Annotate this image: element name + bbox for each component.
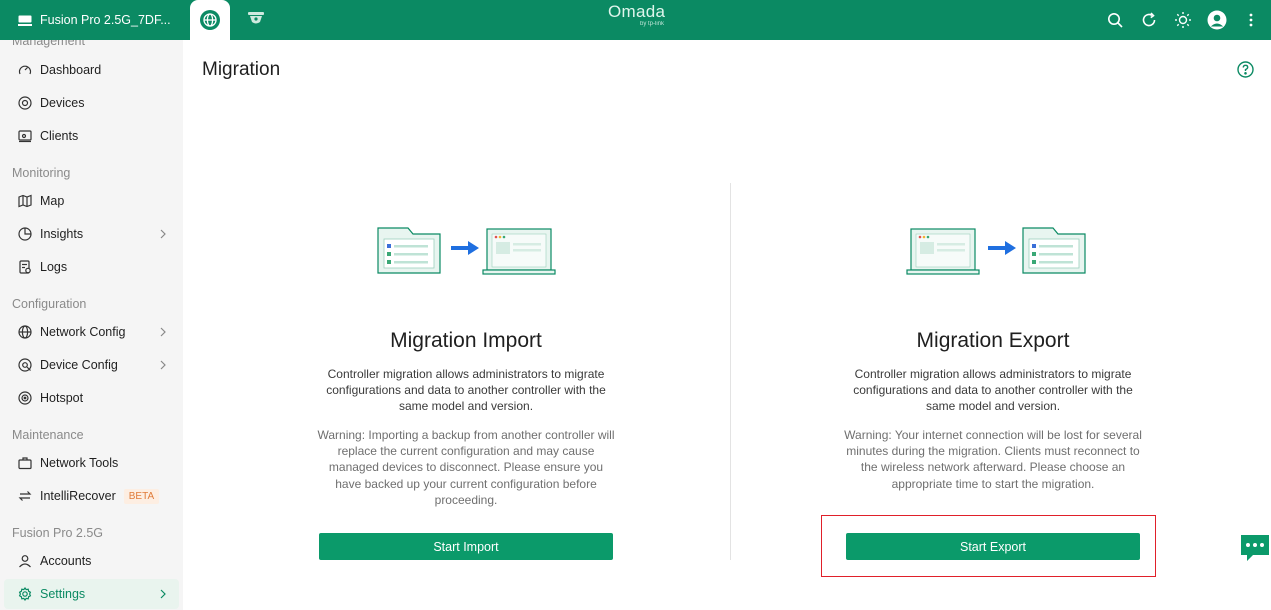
beta-badge: BETA <box>123 488 160 504</box>
toolbox-icon <box>17 455 33 471</box>
export-description: Controller migration allows administrato… <box>853 367 1133 414</box>
chevron-right-icon <box>157 227 169 241</box>
swap-icon <box>17 488 33 504</box>
chevron-right-icon <box>157 587 169 601</box>
export-title: Migration Export <box>916 329 1070 352</box>
start-import-button[interactable]: Start Import <box>319 533 613 560</box>
sidebar-group-management: Management <box>12 40 85 48</box>
card-divider <box>730 183 731 560</box>
export-illustration <box>823 220 1163 280</box>
hotspot-icon <box>17 390 33 406</box>
logs-icon <box>17 259 33 275</box>
import-warning: Warning: Importing a backup from another… <box>317 428 615 507</box>
more-icon[interactable] <box>1241 10 1261 30</box>
top-bar: Fusion Pro 2.5G_7DF... Omada by tp-link <box>0 0 1271 40</box>
sidebar-item-insights[interactable]: Insights <box>4 219 179 249</box>
sidebar: Management Dashboard Devices Clients Mon… <box>0 40 183 610</box>
avatar[interactable] <box>1207 10 1227 30</box>
site-selector[interactable]: Fusion Pro 2.5G_7DF... <box>0 0 190 40</box>
map-icon <box>17 193 33 209</box>
sidebar-item-hotspot[interactable]: Hotspot <box>4 383 179 413</box>
tab-network[interactable] <box>190 0 230 40</box>
start-export-button[interactable]: Start Export <box>846 533 1140 560</box>
sidebar-item-network-config[interactable]: Network Config <box>4 317 179 347</box>
help-icon[interactable] <box>1237 61 1254 78</box>
user-icon <box>17 553 33 569</box>
import-illustration <box>296 220 636 280</box>
device-config-icon <box>17 357 33 373</box>
sidebar-group-device: Fusion Pro 2.5G <box>12 526 104 540</box>
export-warning: Warning: Your internet connection will b… <box>844 428 1142 491</box>
sidebar-group-maintenance: Maintenance <box>12 428 84 442</box>
omada-logo: Omada by tp-link <box>608 2 666 28</box>
sidebar-group-monitoring: Monitoring <box>12 166 71 180</box>
chat-icon[interactable] <box>1239 533 1271 563</box>
sidebar-item-clients[interactable]: Clients <box>4 121 179 151</box>
globe-icon <box>200 10 220 30</box>
sidebar-item-network-tools[interactable]: Network Tools <box>4 448 179 478</box>
site-name: Fusion Pro 2.5G_7DF... <box>40 13 171 27</box>
page-title: Migration <box>202 59 281 80</box>
import-description: Controller migration allows administrato… <box>326 367 606 414</box>
theme-icon[interactable] <box>1173 10 1193 30</box>
sidebar-item-settings[interactable]: Settings <box>4 579 179 609</box>
sidebar-item-devices[interactable]: Devices <box>4 88 179 118</box>
insights-icon <box>17 226 33 242</box>
globe-icon <box>17 324 33 340</box>
import-title: Migration Import <box>390 329 542 352</box>
sidebar-item-dashboard[interactable]: Dashboard <box>4 55 179 85</box>
chevron-right-icon <box>157 325 169 339</box>
sidebar-item-accounts[interactable]: Accounts <box>4 546 179 576</box>
clients-icon <box>17 128 33 144</box>
sidebar-group-configuration: Configuration <box>12 297 87 311</box>
dashboard-icon <box>17 62 33 78</box>
chevron-right-icon <box>157 358 169 372</box>
camera-icon <box>247 11 265 30</box>
sidebar-item-intellirecover[interactable]: IntelliRecover BETA <box>4 481 179 511</box>
site-icon <box>18 15 32 26</box>
tab-camera[interactable] <box>240 0 272 40</box>
devices-icon <box>17 95 33 111</box>
sidebar-item-device-config[interactable]: Device Config <box>4 350 179 380</box>
search-icon[interactable] <box>1105 10 1125 30</box>
refresh-icon[interactable] <box>1139 10 1159 30</box>
gear-icon <box>17 586 33 602</box>
sidebar-item-logs[interactable]: Logs <box>4 252 179 282</box>
sidebar-item-map[interactable]: Map <box>4 186 179 216</box>
